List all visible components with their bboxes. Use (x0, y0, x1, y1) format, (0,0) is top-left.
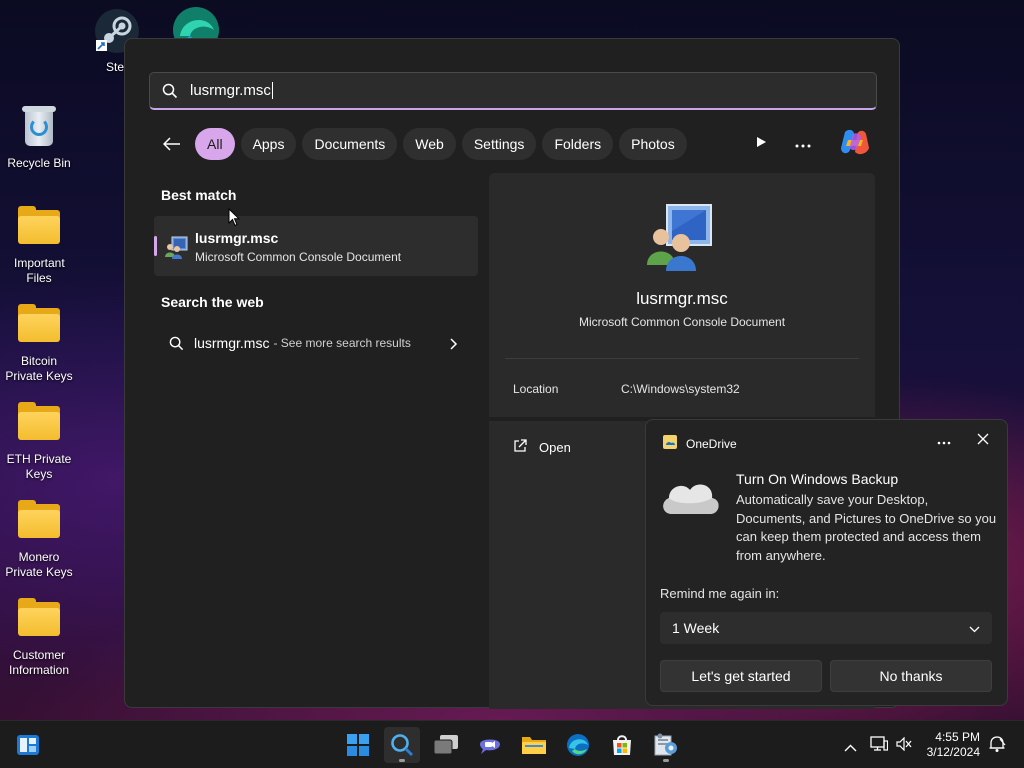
more-filters-play-icon[interactable] (755, 135, 767, 153)
file-explorer-button[interactable] (516, 727, 552, 763)
search-icon (150, 83, 190, 99)
start-button[interactable] (340, 727, 376, 763)
notification-header: OneDrive (662, 434, 737, 453)
active-indicator (399, 759, 405, 762)
desktop-icon-important-files[interactable]: Important Files (0, 204, 78, 286)
users-console-icon (164, 235, 188, 264)
teams-chat-button[interactable] (472, 727, 508, 763)
lets-get-started-button[interactable]: Let's get started (660, 660, 822, 692)
widgets-button[interactable] (10, 727, 46, 763)
notification-title: Turn On Windows Backup (736, 471, 899, 487)
network-icon[interactable] (870, 736, 889, 756)
notification-tools (937, 432, 989, 450)
web-see-more: - See more search results (273, 336, 411, 350)
desktop-icon-eth-private-keys[interactable]: ETH Private Keys (0, 400, 78, 482)
selection-accent (154, 236, 157, 256)
preview-type: Microsoft Common Console Document (578, 315, 786, 329)
desktop-icon-bitcoin-private-keys[interactable]: Bitcoin Private Keys (0, 302, 78, 384)
taskbar: 4:55 PM 3/12/2024 (0, 720, 1024, 768)
filter-documents[interactable]: Documents (302, 128, 398, 160)
web-search-result[interactable]: lusrmgr.msc - See more search results (154, 325, 478, 361)
remind-interval-value: 1 Week (672, 620, 720, 636)
onedrive-notification: OneDrive Turn On Windows Backup Automati… (645, 419, 1008, 706)
desktop-icon-recycle-bin[interactable]: Recycle Bin (0, 104, 78, 171)
desktop-icon-label: Important Files (14, 256, 65, 285)
best-match-heading: Best match (161, 187, 237, 203)
recycle-bin-icon (16, 104, 62, 150)
best-match-type: Microsoft Common Console Document (195, 250, 402, 264)
location-value: C:\Windows\system32 (621, 382, 740, 396)
more-options-icon[interactable] (937, 432, 951, 450)
close-icon[interactable] (977, 432, 989, 450)
filter-folders[interactable]: Folders (542, 128, 614, 160)
desktop-icon-label: ETH Private Keys (6, 452, 72, 481)
computer-management-button[interactable] (648, 727, 684, 763)
best-match-result[interactable]: lusrmgr.msc Microsoft Common Console Doc… (154, 216, 478, 276)
running-indicator (663, 759, 669, 762)
search-icon (158, 336, 194, 351)
open-action[interactable]: Open (513, 439, 571, 456)
filter-settings[interactable]: Settings (461, 128, 537, 160)
divider (505, 358, 859, 359)
folder-icon (16, 498, 62, 544)
location-label: Location (513, 382, 559, 396)
desktop-icon-label: Recycle Bin (7, 156, 71, 170)
desktop-icon-label: Bitcoin Private Keys (5, 354, 73, 383)
edge-button[interactable] (560, 727, 596, 763)
folder-icon (16, 204, 62, 250)
text-caret (271, 82, 273, 99)
chevron-right-icon (450, 337, 458, 355)
folder-icon (16, 400, 62, 446)
clock-time: 4:55 PM (935, 730, 980, 744)
best-match-name: lusrmgr.msc (195, 230, 279, 246)
remind-label: Remind me again in: (660, 586, 780, 601)
cloud-icon (660, 476, 722, 521)
web-query: lusrmgr.msc (194, 335, 270, 351)
copilot-icon[interactable] (839, 128, 871, 161)
search-input[interactable]: lusrmgr.msc (149, 72, 877, 110)
open-external-icon (513, 439, 527, 456)
search-web-heading: Search the web (161, 294, 264, 310)
mouse-cursor (228, 207, 241, 232)
filter-all[interactable]: All (195, 128, 235, 160)
desktop-icon-monero-private-keys[interactable]: Monero Private Keys (0, 498, 78, 580)
filter-bar: All Apps Documents Web Settings Folders … (155, 128, 687, 160)
search-query-text: lusrmgr.msc (190, 82, 271, 99)
preview-name: lusrmgr.msc (636, 289, 728, 308)
filter-tools (755, 128, 871, 160)
notification-body: Automatically save your Desktop, Documen… (736, 492, 997, 563)
notification-app-name: OneDrive (686, 436, 737, 451)
users-console-icon (647, 201, 717, 276)
open-action-label: Open (539, 440, 571, 455)
desktop-icon-label: Monero Private Keys (5, 550, 73, 579)
microsoft-store-button[interactable] (604, 727, 640, 763)
folder-icon (16, 302, 62, 348)
chevron-down-icon (969, 620, 980, 636)
folder-icon (16, 596, 62, 642)
search-taskbar-button[interactable] (384, 727, 420, 763)
filter-apps[interactable]: Apps (240, 128, 297, 160)
task-view-button[interactable] (428, 727, 464, 763)
onedrive-icon (662, 434, 678, 453)
filter-web[interactable]: Web (403, 128, 456, 160)
more-options-icon[interactable] (795, 135, 811, 153)
remind-interval-dropdown[interactable]: 1 Week (660, 612, 992, 644)
chevron-up-icon[interactable] (844, 739, 857, 757)
notification-bell-icon[interactable] (988, 735, 1006, 758)
desktop-icon-customer-information[interactable]: Customer Information (0, 596, 78, 678)
no-thanks-button[interactable]: No thanks (830, 660, 992, 692)
clock-date: 3/12/2024 (926, 745, 980, 759)
volume-muted-icon[interactable] (896, 736, 912, 756)
filter-photos[interactable]: Photos (619, 128, 687, 160)
desktop-icon-label: Customer Information (8, 648, 70, 677)
back-button[interactable] (155, 128, 189, 160)
clock[interactable]: 4:55 PM 3/12/2024 (927, 730, 980, 760)
